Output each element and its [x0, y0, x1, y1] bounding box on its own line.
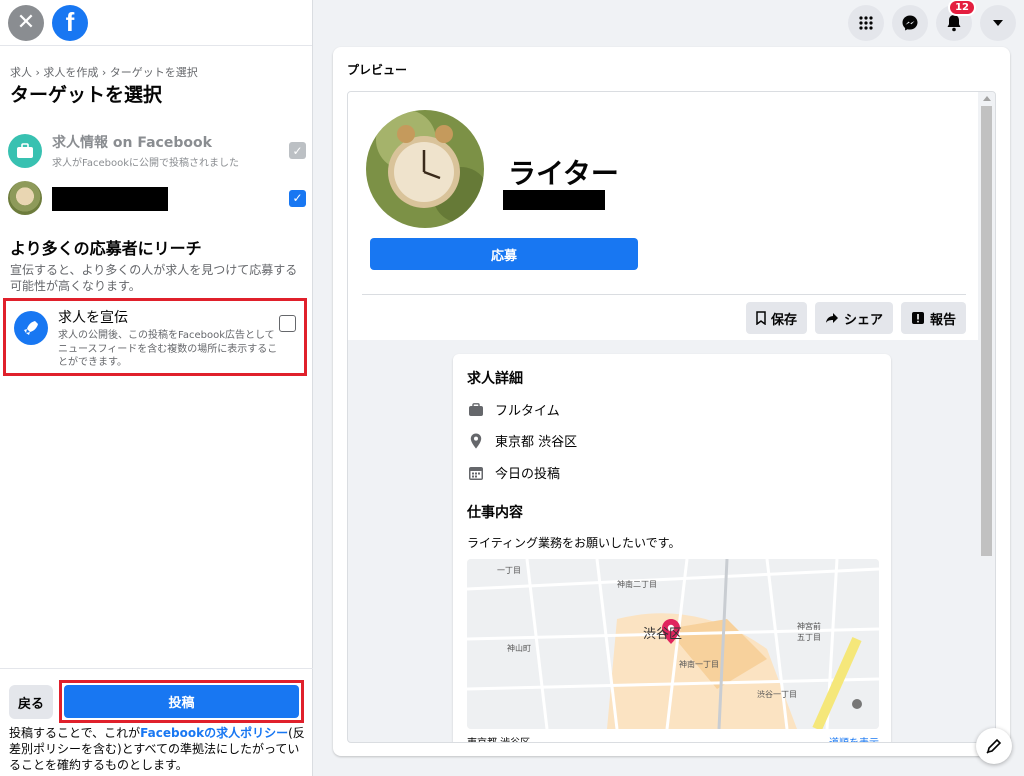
report-button[interactable]: 報告: [900, 302, 966, 334]
map-label: 神南一丁目: [679, 660, 719, 669]
promote-checkbox[interactable]: [279, 315, 296, 332]
facebook-logo-icon[interactable]: f: [52, 4, 88, 41]
details-title: 求人詳細: [467, 371, 523, 387]
promote-title: 求人を宣伝: [58, 310, 128, 326]
map-label: 神宮前五丁目: [797, 622, 821, 642]
page-avatar: [8, 181, 42, 215]
share-arrow-icon: [825, 313, 838, 323]
scroll-up-icon[interactable]: [983, 96, 991, 101]
left-header: ✕ f: [0, 0, 312, 46]
briefcase-icon: [8, 133, 42, 168]
map-label: 神山町: [507, 644, 531, 653]
map-label: 渋谷一丁目: [757, 690, 797, 699]
header-divider: [362, 294, 966, 295]
menu-grid-icon[interactable]: [848, 5, 884, 41]
reach-title: より多くの応募者にリーチ: [10, 239, 202, 258]
promote-description: 求人の公開後、この投稿をFacebook広告としてニュースフィードを含む複数の場…: [58, 330, 278, 368]
preview-label: プレビュー: [347, 63, 408, 77]
map-label: 一丁目: [497, 566, 521, 575]
report-icon: [911, 312, 924, 324]
location-row: 東京都 渋谷区: [467, 431, 577, 450]
directions-link[interactable]: 道順を表示: [829, 734, 879, 742]
apply-button[interactable]: 応募: [370, 238, 638, 270]
share-label: シェア: [843, 312, 883, 328]
promote-job-option[interactable]: 求人を宣伝 求人の公開後、この投稿をFacebook広告としてニュースフィードを…: [3, 298, 307, 376]
notifications-bell-icon[interactable]: 12: [936, 0, 976, 41]
rocket-icon: [14, 311, 48, 345]
option-subtitle: 求人がFacebookに公開で投稿されました: [52, 158, 239, 169]
preview-frame: ライター 応募 保存 シェア 報告 求人詳細 フルタイム 東京都 渋谷区 今日の…: [347, 91, 996, 743]
redacted-company-name: [503, 190, 605, 210]
top-right-icons: 12: [848, 0, 1016, 41]
map-footer-location: 東京都 渋谷区: [467, 734, 530, 742]
job-content-title: 仕事内容: [467, 505, 523, 521]
scrollbar-thumb[interactable]: [981, 106, 992, 556]
redacted-page-name: [52, 187, 168, 211]
page-title: ターゲットを選択: [10, 84, 163, 106]
target-option-facebook-jobs[interactable]: 求人情報 on Facebook 求人がFacebookに公開で投稿されました …: [8, 132, 306, 169]
share-button[interactable]: シェア: [814, 302, 893, 334]
location-pin-icon: [467, 432, 485, 450]
breadcrumb: 求人 › 求人を作成 › ターゲットを選択: [10, 66, 198, 79]
legal-notice: 投稿することで、これがFacebookの求人ポリシー(反差別ポリシーを含む)とす…: [9, 725, 305, 774]
reach-description: 宣伝すると、より多くの人が求人を見つけて応募する可能性が高くなります。: [10, 263, 298, 294]
map-footer: 東京都 渋谷区 道順を表示: [467, 734, 879, 742]
posted-date: 今日の投稿: [495, 467, 561, 482]
option-title: 求人情報 on Facebook: [52, 135, 212, 151]
left-footer: 戻る 投稿 投稿することで、これがFacebookの求人ポリシー(反差別ポリシー…: [0, 668, 313, 776]
employment-type: フルタイム: [495, 404, 560, 419]
map-label: 神南二丁目: [617, 580, 657, 589]
job-policy-link[interactable]: Facebookの求人ポリシー: [140, 726, 288, 740]
job-title: ライター: [508, 157, 619, 190]
job-location: 東京都 渋谷区: [495, 435, 578, 450]
post-button-highlight: 投稿: [59, 680, 304, 723]
save-label: 保存: [770, 312, 797, 328]
back-button[interactable]: 戻る: [9, 685, 53, 719]
close-icon[interactable]: ✕: [8, 4, 44, 41]
action-row: 保存 シェア 報告: [745, 302, 966, 334]
legal-prefix: 投稿することで、これが: [9, 726, 141, 740]
notification-badge: 12: [948, 0, 976, 16]
preview-card: プレビュー ライター 応募 保存 シェア 報告 求人詳細 フルタイム 東京都 渋…: [333, 47, 1010, 756]
job-content: ライティング業務をお願いしたいです。: [467, 536, 681, 550]
save-button[interactable]: 保存: [745, 302, 807, 334]
messenger-icon[interactable]: [892, 5, 928, 41]
account-dropdown-icon[interactable]: [980, 5, 1016, 41]
report-label: 報告: [929, 312, 956, 328]
job-details-card: 求人詳細 フルタイム 東京都 渋谷区 今日の投稿 仕事内容 ライティング業務をお…: [453, 354, 891, 742]
bookmark-icon: [756, 311, 766, 325]
target-option-page[interactable]: ✓: [8, 181, 306, 215]
posted-row: 今日の投稿: [467, 463, 560, 482]
page-checkbox[interactable]: ✓: [289, 189, 306, 207]
briefcase-icon: [467, 401, 485, 419]
job-header: ライター 応募 保存 シェア 報告: [348, 92, 980, 340]
job-avatar: [366, 110, 484, 228]
compose-edit-icon[interactable]: [976, 728, 1012, 764]
location-map[interactable]: 神南二丁目 渋谷区 神山町 神南一丁目 神宮前五丁目 渋谷一丁目 一丁目: [467, 559, 879, 729]
employment-type-row: フルタイム: [467, 400, 560, 419]
left-panel: ✕ f 求人 › 求人を作成 › ターゲットを選択 ターゲットを選択 求人情報 …: [0, 0, 313, 776]
preview-scrollbar[interactable]: [978, 92, 995, 742]
map-label: 渋谷区: [643, 627, 683, 642]
facebook-jobs-checkbox[interactable]: ✓: [289, 142, 306, 159]
calendar-icon: [467, 464, 485, 482]
post-button[interactable]: 投稿: [64, 685, 299, 718]
